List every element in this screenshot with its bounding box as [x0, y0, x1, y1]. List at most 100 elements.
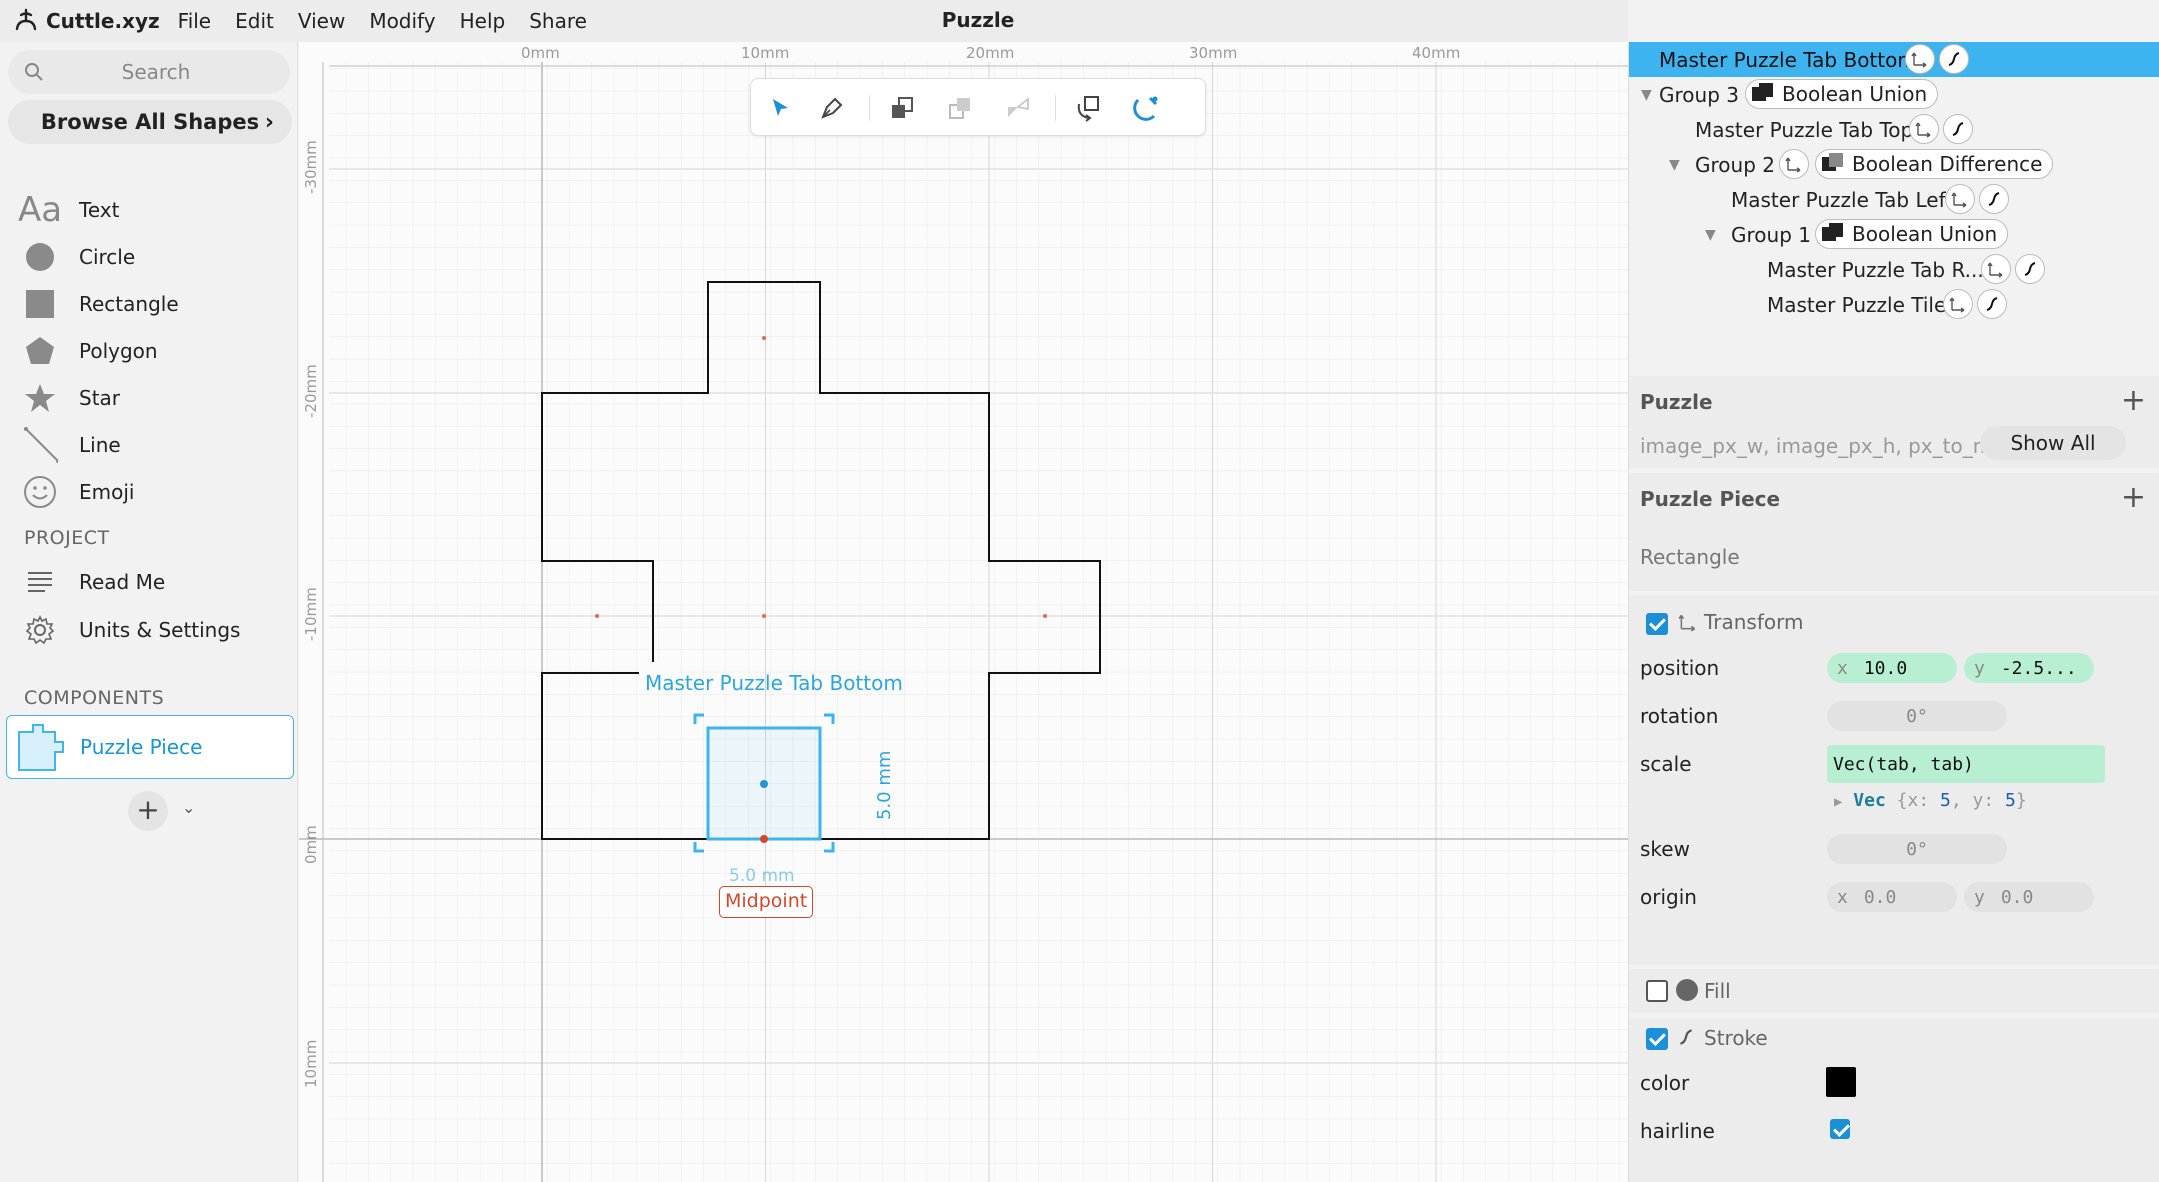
- circle-icon: [22, 239, 58, 275]
- search-input[interactable]: Search: [8, 50, 290, 94]
- layer-row[interactable]: ▼ Group 2 Boolean Difference: [1629, 147, 2159, 182]
- transform-icon[interactable]: [1905, 44, 1935, 74]
- cuttle-logo-icon[interactable]: [12, 7, 40, 35]
- line-icon: [22, 427, 58, 463]
- transform-icon[interactable]: [1909, 114, 1939, 144]
- origin-y-field[interactable]: y 0.0: [1964, 882, 2094, 912]
- layer-name: Master Puzzle Tab R...: [1767, 257, 1984, 282]
- layer-name: Master Puzzle Tab Left: [1731, 187, 1954, 212]
- stroke-color-swatch[interactable]: [1826, 1067, 1856, 1097]
- ruler-y-label: 0mm: [302, 825, 320, 864]
- project-item-label: Units & Settings: [79, 618, 241, 642]
- menu-modify[interactable]: Modify: [369, 9, 435, 33]
- canvas[interactable]: 0mm 10mm 20mm 30mm 40mm -30mm -20mm -10m…: [299, 42, 1628, 1182]
- stroke-icon[interactable]: [1979, 184, 2009, 214]
- stroke-icon[interactable]: [1977, 289, 2007, 319]
- menu-file[interactable]: File: [178, 9, 211, 33]
- boolean-difference-pill[interactable]: Boolean Difference: [1815, 149, 2054, 179]
- layer-row[interactable]: Master Puzzle Tab Left: [1629, 182, 2159, 217]
- menu-edit[interactable]: Edit: [235, 9, 274, 33]
- toolbar-divider: [1055, 95, 1056, 121]
- show-all-button[interactable]: Show All: [1980, 426, 2126, 460]
- select-tool-icon[interactable]: [765, 93, 795, 123]
- chevron-down-icon[interactable]: ⌄: [182, 798, 195, 817]
- add-component-button[interactable]: +: [128, 791, 168, 831]
- collapse-triangle-icon[interactable]: ▼: [1705, 227, 1716, 243]
- project-item-read-me[interactable]: Read Me: [0, 560, 298, 604]
- shape-rectangle[interactable]: Rectangle: [0, 282, 298, 326]
- hairline-label: hairline: [1640, 1119, 1715, 1143]
- field-value: 0°: [1906, 705, 1928, 727]
- shape-line[interactable]: Line: [0, 423, 298, 467]
- layer-row[interactable]: Master Puzzle Tab Top: [1629, 112, 2159, 147]
- pen-tool-icon[interactable]: [817, 93, 847, 123]
- position-y-field[interactable]: y -2.5...: [1964, 653, 2094, 683]
- hairline-checkbox[interactable]: [1830, 1119, 1850, 1139]
- rotate-arrange-icon[interactable]: [1073, 93, 1103, 123]
- skew-field[interactable]: 0°: [1827, 834, 2007, 864]
- snap-magnet-icon[interactable]: [1131, 93, 1161, 123]
- project-item-units-settings[interactable]: Units & Settings: [0, 608, 298, 652]
- shape-circle[interactable]: Circle: [0, 235, 298, 279]
- scale-expression-field[interactable]: Vec(tab, tab): [1827, 745, 2105, 783]
- shape-polygon[interactable]: Polygon: [0, 329, 298, 373]
- collapse-triangle-icon[interactable]: ▼: [1641, 87, 1652, 103]
- field-value: 10.0: [1863, 657, 1908, 679]
- transform-icon[interactable]: [1943, 289, 1973, 319]
- right-panel: Master Puzzle Tab Bottom ▼ Group 3 Boole…: [1628, 42, 2159, 1182]
- stroke-icon[interactable]: [1943, 114, 1973, 144]
- boolean-union-pill[interactable]: Boolean Union: [1815, 219, 2009, 249]
- layer-row[interactable]: ▼ Group 1 Boolean Union: [1629, 217, 2159, 252]
- transform-icon[interactable]: [1981, 254, 2011, 284]
- document-title[interactable]: Puzzle: [942, 8, 1015, 32]
- layer-row[interactable]: Master Puzzle Tile: [1629, 287, 2159, 322]
- layer-row[interactable]: Master Puzzle Tab Bottom: [1629, 42, 2159, 77]
- add-parameter-button[interactable]: +: [2121, 483, 2146, 513]
- stroke-checkbox[interactable]: [1646, 1028, 1668, 1050]
- menu-share[interactable]: Share: [529, 9, 587, 33]
- transform-checkbox[interactable]: [1646, 613, 1668, 635]
- collapse-triangle-icon[interactable]: ▼: [1669, 157, 1680, 173]
- stroke-icon[interactable]: [1939, 44, 1969, 74]
- bring-forward-icon[interactable]: [887, 93, 917, 123]
- rotation-field[interactable]: 0°: [1827, 701, 2007, 731]
- fill-icon: [1676, 979, 1698, 1001]
- section-title: Puzzle Piece: [1640, 487, 1781, 511]
- expand-triangle-icon[interactable]: ▶: [1834, 794, 1842, 810]
- ruler-y-label: 10mm: [302, 1039, 320, 1088]
- field-value: Vec(tab, tab): [1833, 753, 1974, 775]
- boolean-union-pill[interactable]: Boolean Union: [1745, 79, 1939, 109]
- search-icon: [24, 62, 44, 82]
- transform-icon[interactable]: [1779, 149, 1809, 179]
- ruler-y-label: -30mm: [302, 140, 320, 194]
- puzzle-piece-icon: [15, 722, 69, 774]
- section-title: Puzzle: [1640, 390, 1713, 414]
- fill-label: Fill: [1704, 979, 1731, 1003]
- transform-icon[interactable]: [1945, 184, 1975, 214]
- search-placeholder: Search: [121, 60, 191, 84]
- fill-checkbox[interactable]: [1646, 980, 1668, 1002]
- add-parameter-button[interactable]: +: [2121, 386, 2146, 416]
- component-puzzle-piece[interactable]: Puzzle Piece: [6, 715, 294, 779]
- shape-text[interactable]: Aa Text: [0, 188, 298, 232]
- origin-x-field[interactable]: x 0.0: [1827, 882, 1957, 912]
- scale-evaluated[interactable]: ▶ Vec {x: 5, y: 5}: [1834, 790, 2027, 811]
- flip-icon[interactable]: [1003, 93, 1033, 123]
- selection-label: Master Puzzle Tab Bottom: [645, 671, 903, 695]
- send-backward-icon[interactable]: [945, 93, 975, 123]
- menu-view[interactable]: View: [298, 9, 345, 33]
- puzzle-params: image_px_w, image_px_h, px_to_mm,...: [1640, 434, 2038, 458]
- stroke-icon[interactable]: [2015, 254, 2045, 284]
- boolean-difference-icon: [1822, 153, 1844, 175]
- stroke-label: Stroke: [1704, 1026, 1768, 1050]
- layer-row[interactable]: Master Puzzle Tab R...: [1629, 252, 2159, 287]
- shape-star[interactable]: Star: [0, 376, 298, 420]
- layer-row[interactable]: ▼ Group 3 Boolean Union: [1629, 77, 2159, 112]
- shape-emoji[interactable]: Emoji: [0, 470, 298, 514]
- position-x-field[interactable]: x 10.0: [1827, 653, 1957, 683]
- menu-help[interactable]: Help: [460, 9, 506, 33]
- ruler-x-label: 40mm: [1412, 44, 1461, 62]
- layers-panel: Master Puzzle Tab Bottom ▼ Group 3 Boole…: [1629, 42, 2159, 362]
- browse-all-shapes-button[interactable]: Browse All Shapes ›: [8, 100, 292, 144]
- app-name: Cuttle.xyz: [46, 9, 160, 33]
